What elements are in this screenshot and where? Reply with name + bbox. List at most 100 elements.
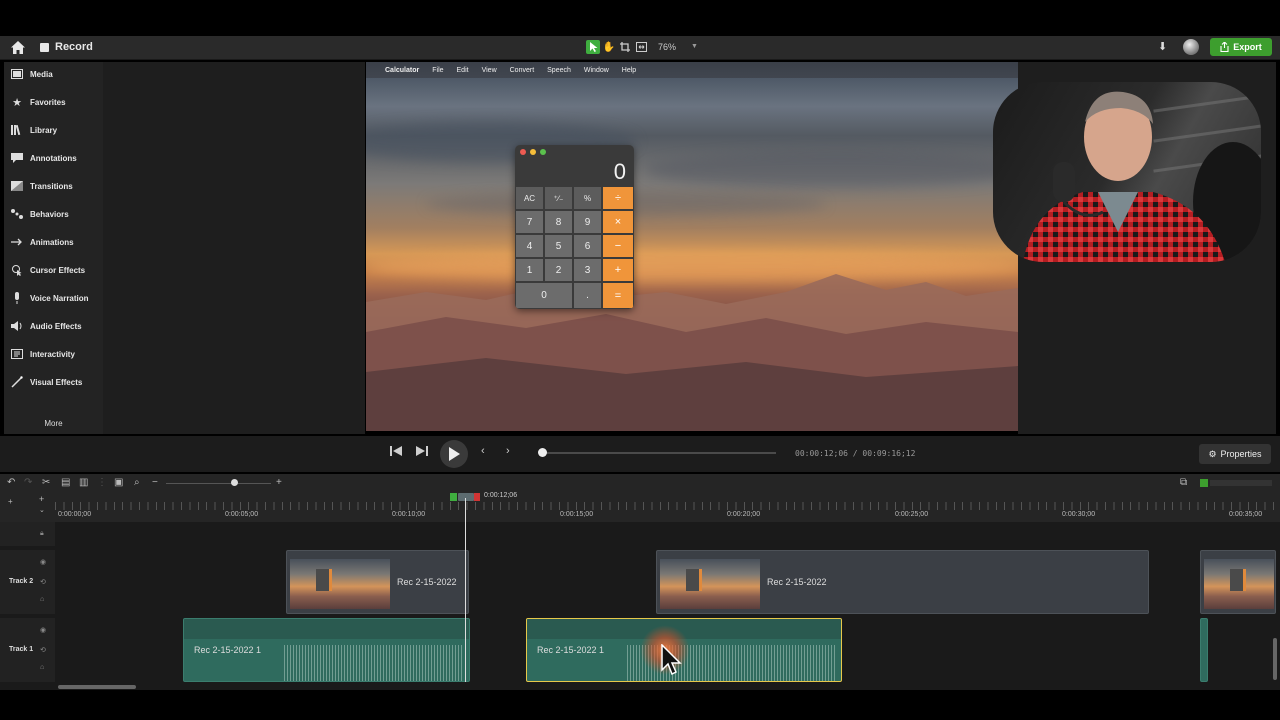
ruler-ticks bbox=[55, 502, 1280, 510]
scrubber-handle[interactable] bbox=[538, 448, 547, 457]
sidebar-item-behaviors[interactable]: Behaviors bbox=[4, 204, 103, 224]
sidebar-item-visual-effects[interactable]: Visual Effects bbox=[4, 372, 103, 392]
clip-thumbnail bbox=[660, 559, 760, 609]
fit-tool-icon[interactable] bbox=[634, 40, 648, 54]
properties-button[interactable]: ⚙ Properties bbox=[1199, 444, 1271, 464]
lock-icon[interactable]: 🔒︎ bbox=[40, 530, 44, 538]
playhead-time: 0:00:12;06 bbox=[484, 492, 518, 499]
sidebar-item-label: Media bbox=[30, 69, 53, 79]
sidebar-item-media[interactable]: Media bbox=[4, 64, 103, 84]
menu-edit: Edit bbox=[456, 66, 469, 74]
play-button[interactable] bbox=[440, 440, 468, 468]
download-icon[interactable]: ⬇ bbox=[1158, 40, 1167, 53]
video-clip[interactable] bbox=[1200, 550, 1276, 614]
sidebar-item-animations[interactable]: Animations bbox=[4, 232, 103, 252]
behavior-icon bbox=[4, 209, 30, 219]
vertical-scrollbar[interactable] bbox=[1273, 638, 1277, 680]
split-icon[interactable]: ⋮ bbox=[97, 477, 107, 488]
timeline-ruler[interactable]: + + ⌄ 0:00:00;00 0:00:05;00 0:00:10;00 0… bbox=[0, 492, 1280, 522]
avatar[interactable] bbox=[1183, 39, 1199, 55]
previous-marker-icon[interactable]: ‹ bbox=[481, 445, 485, 457]
zoom-out-icon[interactable]: − bbox=[152, 477, 158, 488]
export-button[interactable]: Export bbox=[1210, 38, 1272, 56]
select-tool-icon[interactable] bbox=[586, 40, 600, 54]
add-track-icon[interactable]: + bbox=[8, 497, 13, 506]
sidebar-item-audio-effects[interactable]: Audio Effects bbox=[4, 316, 103, 336]
audio-toggle-icon[interactable]: ⟲ bbox=[40, 646, 46, 654]
sidebar-item-favorites[interactable]: ★ Favorites bbox=[4, 92, 103, 112]
zoom-dropdown[interactable]: 76% bbox=[658, 42, 676, 52]
scrubber-track[interactable] bbox=[543, 452, 776, 454]
record-icon[interactable] bbox=[40, 43, 49, 52]
copy-icon[interactable]: ▤ bbox=[61, 477, 70, 488]
calc-key: ⁺∕₋ bbox=[544, 186, 573, 210]
audio-clip[interactable] bbox=[1200, 618, 1208, 682]
calculator-window: 0 AC ⁺∕₋ % ÷ 7 8 9 × 4 5 6 − 1 2 3 + 0 .… bbox=[515, 145, 634, 309]
home-icon[interactable] bbox=[10, 40, 26, 56]
chevron-down-icon[interactable]: ▼ bbox=[691, 43, 698, 50]
record-label[interactable]: Record bbox=[55, 41, 93, 53]
calc-key: + bbox=[602, 258, 634, 282]
minimize-dot bbox=[530, 149, 536, 155]
track-2-header[interactable]: ◉ Track 2 ⟲ ⌂ bbox=[0, 550, 55, 614]
video-clip[interactable]: Rec 2-15-2022 bbox=[286, 550, 469, 614]
calc-key: × bbox=[602, 210, 634, 234]
detach-icon[interactable]: ⧉ bbox=[1180, 477, 1187, 488]
add-icon[interactable]: + bbox=[39, 494, 44, 504]
eye-icon[interactable]: ◉ bbox=[40, 626, 46, 634]
calc-key: 7 bbox=[515, 210, 544, 234]
sidebar-item-cursor-effects[interactable]: Cursor Effects bbox=[4, 260, 103, 280]
thumbnail-calculator bbox=[686, 569, 702, 591]
menu-convert: Convert bbox=[509, 66, 535, 74]
horizontal-scrollbar[interactable] bbox=[58, 685, 136, 689]
calc-key: AC bbox=[515, 186, 544, 210]
eye-icon[interactable]: ◉ bbox=[40, 558, 46, 566]
next-marker-icon[interactable]: › bbox=[506, 445, 510, 457]
more-button[interactable]: More bbox=[4, 419, 103, 428]
webcam-overlay[interactable] bbox=[993, 82, 1261, 262]
crop-tool-icon[interactable] bbox=[618, 40, 632, 54]
video-clip[interactable]: Rec 2-15-2022 bbox=[656, 550, 1149, 614]
star-icon: ★ bbox=[12, 96, 22, 109]
sidebar-item-interactivity[interactable]: Interactivity bbox=[4, 344, 103, 364]
thumbnail-calculator bbox=[1230, 569, 1246, 591]
tick-label: 0:00:25;00 bbox=[895, 511, 929, 518]
audio-clip[interactable]: Rec 2-15-2022 1 bbox=[183, 618, 470, 682]
animation-icon bbox=[4, 237, 30, 247]
tick-label: 0:00:10;00 bbox=[392, 511, 426, 518]
step-back-icon[interactable] bbox=[390, 445, 404, 460]
undo-icon[interactable]: ↶ bbox=[7, 477, 15, 488]
hand-tool-icon[interactable]: ✋ bbox=[602, 40, 616, 54]
preview-canvas[interactable]: Calculator File Edit View Convert Speech… bbox=[366, 62, 1018, 431]
audio-waveform bbox=[284, 645, 464, 681]
sidebar-item-library[interactable]: Library bbox=[4, 120, 103, 140]
chevron-down-icon[interactable]: ⌄ bbox=[39, 506, 45, 514]
camera-icon[interactable]: ▣ bbox=[114, 477, 123, 488]
paste-icon[interactable]: ▥ bbox=[79, 477, 88, 488]
track-1-header[interactable]: ◉ Track 1 ⟲ ⌂ bbox=[0, 618, 55, 682]
timeline-zoom-handle[interactable] bbox=[231, 479, 238, 486]
timeline-zoom-slider[interactable] bbox=[166, 483, 271, 484]
lock-icon[interactable]: ⌂ bbox=[40, 596, 44, 603]
tools-sidebar: Media ★ Favorites Library Annotations Tr… bbox=[4, 62, 103, 434]
clip-label: Rec 2-15-2022 bbox=[397, 577, 457, 587]
sidebar-item-voice-narration[interactable]: Voice Narration bbox=[4, 288, 103, 308]
gear-icon: ⚙ bbox=[1208, 448, 1217, 459]
sidebar-item-transitions[interactable]: Transitions bbox=[4, 176, 103, 196]
audio-toggle-icon[interactable]: ⟲ bbox=[40, 578, 46, 586]
timeline-toolbar: ↶ ↷ ✂ ▤ ▥ ⋮ ▣ ⌕ − + ⧉ bbox=[0, 474, 1280, 492]
track-2-name: Track 2 bbox=[9, 578, 34, 585]
sidebar-item-label: Cursor Effects bbox=[30, 265, 86, 275]
sidebar-item-annotations[interactable]: Annotations bbox=[4, 148, 103, 168]
step-forward-icon[interactable] bbox=[415, 445, 429, 460]
zoom-search-icon[interactable]: ⌕ bbox=[134, 477, 140, 488]
clip-thumbnail bbox=[290, 559, 390, 609]
calc-key: 5 bbox=[544, 234, 573, 258]
clip-label: Rec 2-15-2022 1 bbox=[537, 645, 605, 655]
transition-icon bbox=[4, 181, 30, 191]
redo-icon[interactable]: ↷ bbox=[24, 477, 32, 488]
lock-icon[interactable]: ⌂ bbox=[40, 664, 44, 671]
cut-icon[interactable]: ✂ bbox=[42, 477, 50, 488]
zoom-in-icon[interactable]: + bbox=[276, 477, 282, 488]
level-indicator bbox=[1200, 479, 1208, 487]
